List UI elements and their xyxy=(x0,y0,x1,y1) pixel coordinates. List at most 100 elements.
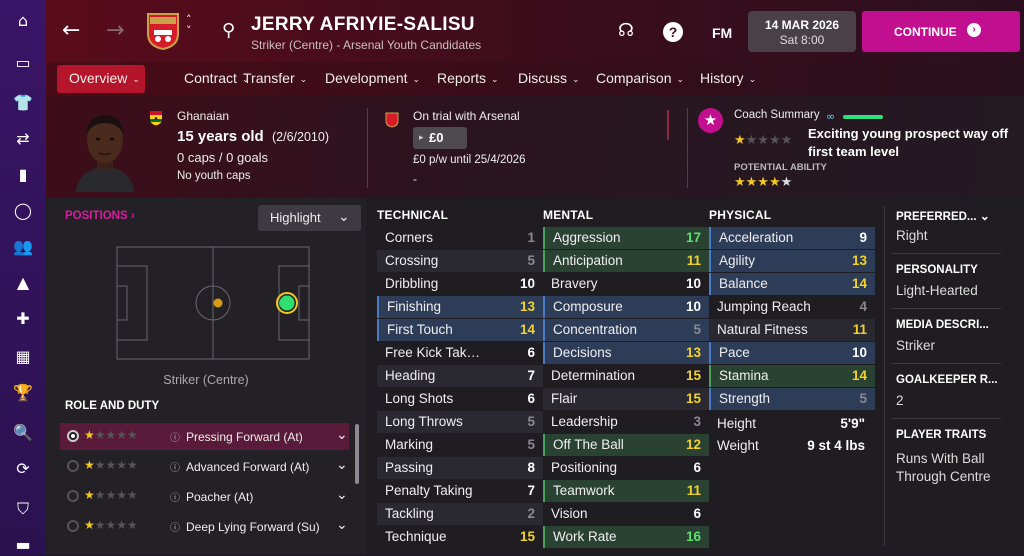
attribute-row[interactable]: Natural Fitness 11 xyxy=(709,319,875,341)
attribute-row[interactable]: Leadership 3 xyxy=(543,411,709,433)
gamepad-icon[interactable]: ☊ xyxy=(618,20,634,41)
player-tabs: Overview ⌄ Contract ⌄ Transfer ⌄ Developmen… xyxy=(46,62,1024,96)
player-subtitle[interactable]: Striker (Centre) - Arsenal Youth Candida… xyxy=(251,38,481,52)
attribute-row[interactable]: Stamina 14 xyxy=(709,365,875,387)
development-icon[interactable]: ▲ xyxy=(11,272,35,294)
attribute-row[interactable]: Penalty Taking 7 xyxy=(377,480,543,502)
date-box[interactable]: 14 MAR 2026 Sat 8:00 xyxy=(748,11,856,52)
attribute-row[interactable]: Marking 5 xyxy=(377,434,543,456)
role-row[interactable]: ★★★★★ ⓘ Deep Lying Forward (Su) ⌄ xyxy=(60,513,349,540)
forward-arrow-icon[interactable]: → xyxy=(106,18,124,43)
personality-value: Light-Hearted xyxy=(896,283,978,298)
finances-icon[interactable]: ▬ xyxy=(11,534,35,556)
attribute-row[interactable]: Bravery 10 xyxy=(543,273,709,295)
attribute-row[interactable]: Dribbling 10 xyxy=(377,273,543,295)
info-icon[interactable]: ⓘ xyxy=(170,429,180,444)
schedule-icon[interactable]: ▦ xyxy=(11,346,35,368)
inbox-icon[interactable]: ▭ xyxy=(11,52,35,74)
attribute-row[interactable]: First Touch 14 xyxy=(377,319,543,341)
attribute-row[interactable]: Composure 10 xyxy=(543,296,709,318)
attribute-row[interactable]: Balance 14 xyxy=(709,273,875,295)
back-arrow-icon[interactable]: ← xyxy=(62,18,80,43)
attribute-row[interactable]: Long Shots 6 xyxy=(377,388,543,410)
club-badge-small-icon[interactable] xyxy=(385,112,399,128)
tab-comparison[interactable]: Comparison ⌄ xyxy=(596,70,684,86)
trophy-icon[interactable]: 🏆 xyxy=(11,382,35,404)
roles-scrollbar[interactable] xyxy=(355,424,359,484)
player-value-box[interactable]: ▸ £0 xyxy=(413,127,467,149)
attribute-row[interactable]: Aggression 17 xyxy=(543,227,709,249)
radio-icon xyxy=(67,520,79,532)
attribute-row[interactable]: Teamwork 11 xyxy=(543,480,709,502)
medical-icon[interactable]: ✚ xyxy=(11,308,35,330)
tab-contract[interactable]: Contract ⌄ xyxy=(184,70,249,86)
positions-link[interactable]: POSITIONS › xyxy=(65,210,135,222)
tab-reports[interactable]: Reports ⌄ xyxy=(437,70,499,86)
attribute-row[interactable]: Corners 1 xyxy=(377,227,543,249)
attribute-row[interactable]: Concentration 5 xyxy=(543,319,709,341)
tab-overview[interactable]: Overview ⌄ xyxy=(69,70,140,86)
attribute-row[interactable]: Pace 10 xyxy=(709,342,875,364)
attribute-row[interactable]: Flair 15 xyxy=(543,388,709,410)
fm-menu-button[interactable]: FM xyxy=(712,25,732,41)
training-icon[interactable]: ◯ xyxy=(11,200,35,222)
attribute-row[interactable]: Work Rate 16 xyxy=(543,526,709,548)
help-icon[interactable]: ? xyxy=(663,22,683,42)
attribute-row[interactable]: Passing 8 xyxy=(377,457,543,479)
attribute-row[interactable]: Strength 5 xyxy=(709,388,875,410)
attribute-row[interactable]: Heading 7 xyxy=(377,365,543,387)
search-icon[interactable]: ⚲ xyxy=(222,20,235,41)
role-row[interactable]: ★★★★★ ⓘ Advanced Forward (At) ⌄ xyxy=(60,453,349,480)
role-stars: ★★★★★ xyxy=(84,488,138,502)
attribute-row[interactable]: Long Throws 5 xyxy=(377,411,543,433)
chevron-down-icon[interactable]: ⌄ xyxy=(336,486,348,503)
attribute-row[interactable]: Off The Ball 12 xyxy=(543,434,709,456)
tab-transfer[interactable]: Transfer ⌄ xyxy=(243,70,307,86)
attribute-row[interactable]: Vision 6 xyxy=(543,503,709,525)
chevron-down-icon[interactable]: ⌄ xyxy=(336,426,348,443)
highlight-dropdown[interactable]: Highlight ⌄ xyxy=(258,205,361,231)
continue-button[interactable]: CONTINUE › xyxy=(862,11,1020,52)
transfers-icon[interactable]: ⟳ xyxy=(11,458,35,480)
scouting-icon[interactable]: 🔍 xyxy=(11,422,35,444)
tab-development[interactable]: Development ⌄ xyxy=(325,70,420,86)
role-row[interactable]: ★★★★★ ⓘ Poacher (At) ⌄ xyxy=(60,483,349,510)
tab-discuss[interactable]: Discuss ⌄ xyxy=(518,70,580,86)
preferred-foot-label[interactable]: PREFERRED... ⌄ xyxy=(896,209,990,223)
attribute-row[interactable]: Decisions 13 xyxy=(543,342,709,364)
top-bar: ← → ˄ ˅ ⚲ JERRY AFRIYIE-SALISU Striker (C… xyxy=(46,0,1024,62)
chevron-down-icon[interactable]: ⌄ xyxy=(336,516,348,533)
chevron-down-icon[interactable]: ⌄ xyxy=(336,456,348,473)
home-icon[interactable]: ⌂ xyxy=(11,10,35,32)
attribute-row[interactable]: Acceleration 9 xyxy=(709,227,875,249)
nationality[interactable]: Ghanaian xyxy=(177,109,229,123)
attribute-row[interactable]: Crossing 5 xyxy=(377,250,543,272)
attribute-row[interactable]: Tackling 2 xyxy=(377,503,543,525)
nationality-flag-icon[interactable]: ★ xyxy=(148,110,164,126)
attribute-row[interactable]: Finishing 13 xyxy=(377,296,543,318)
info-icon[interactable]: ⓘ xyxy=(170,519,180,534)
dynamics-icon[interactable]: ⇄ xyxy=(11,128,35,150)
attribute-row[interactable]: Free Kick Tak… 6 xyxy=(377,342,543,364)
squad-icon[interactable]: 👕 xyxy=(11,92,35,114)
info-icon[interactable]: ⓘ xyxy=(170,459,180,474)
role-row-selected[interactable]: ★★★★★ ⓘ Pressing Forward (At) ⌄ xyxy=(60,423,349,450)
club-badge-icon[interactable] xyxy=(146,12,180,51)
tactics-icon[interactable]: ▮ xyxy=(11,164,35,186)
attribute-row[interactable]: Anticipation 11 xyxy=(543,250,709,272)
attribute-value: 10 xyxy=(519,276,535,291)
info-icon[interactable]: ⓘ xyxy=(170,489,180,504)
club-icon[interactable]: ⛉ xyxy=(11,498,35,520)
coach-star-icon[interactable]: ★ xyxy=(698,108,723,133)
attribute-row[interactable]: Agility 13 xyxy=(709,250,875,272)
contract-extra: - xyxy=(413,172,417,186)
tab-history[interactable]: History ⌄ xyxy=(700,70,756,86)
club-switch-icon[interactable]: ˄ ˅ xyxy=(186,14,192,36)
attribute-row[interactable]: Jumping Reach 4 xyxy=(709,296,875,318)
staff-icon[interactable]: 👥 xyxy=(11,236,35,258)
player-value: £0 xyxy=(429,130,444,145)
player-traits-value[interactable]: Runs With Ball Through Centre xyxy=(896,450,1001,486)
attribute-row[interactable]: Determination 15 xyxy=(543,365,709,387)
attribute-row[interactable]: Positioning 6 xyxy=(543,457,709,479)
attribute-row[interactable]: Technique 15 xyxy=(377,526,543,548)
